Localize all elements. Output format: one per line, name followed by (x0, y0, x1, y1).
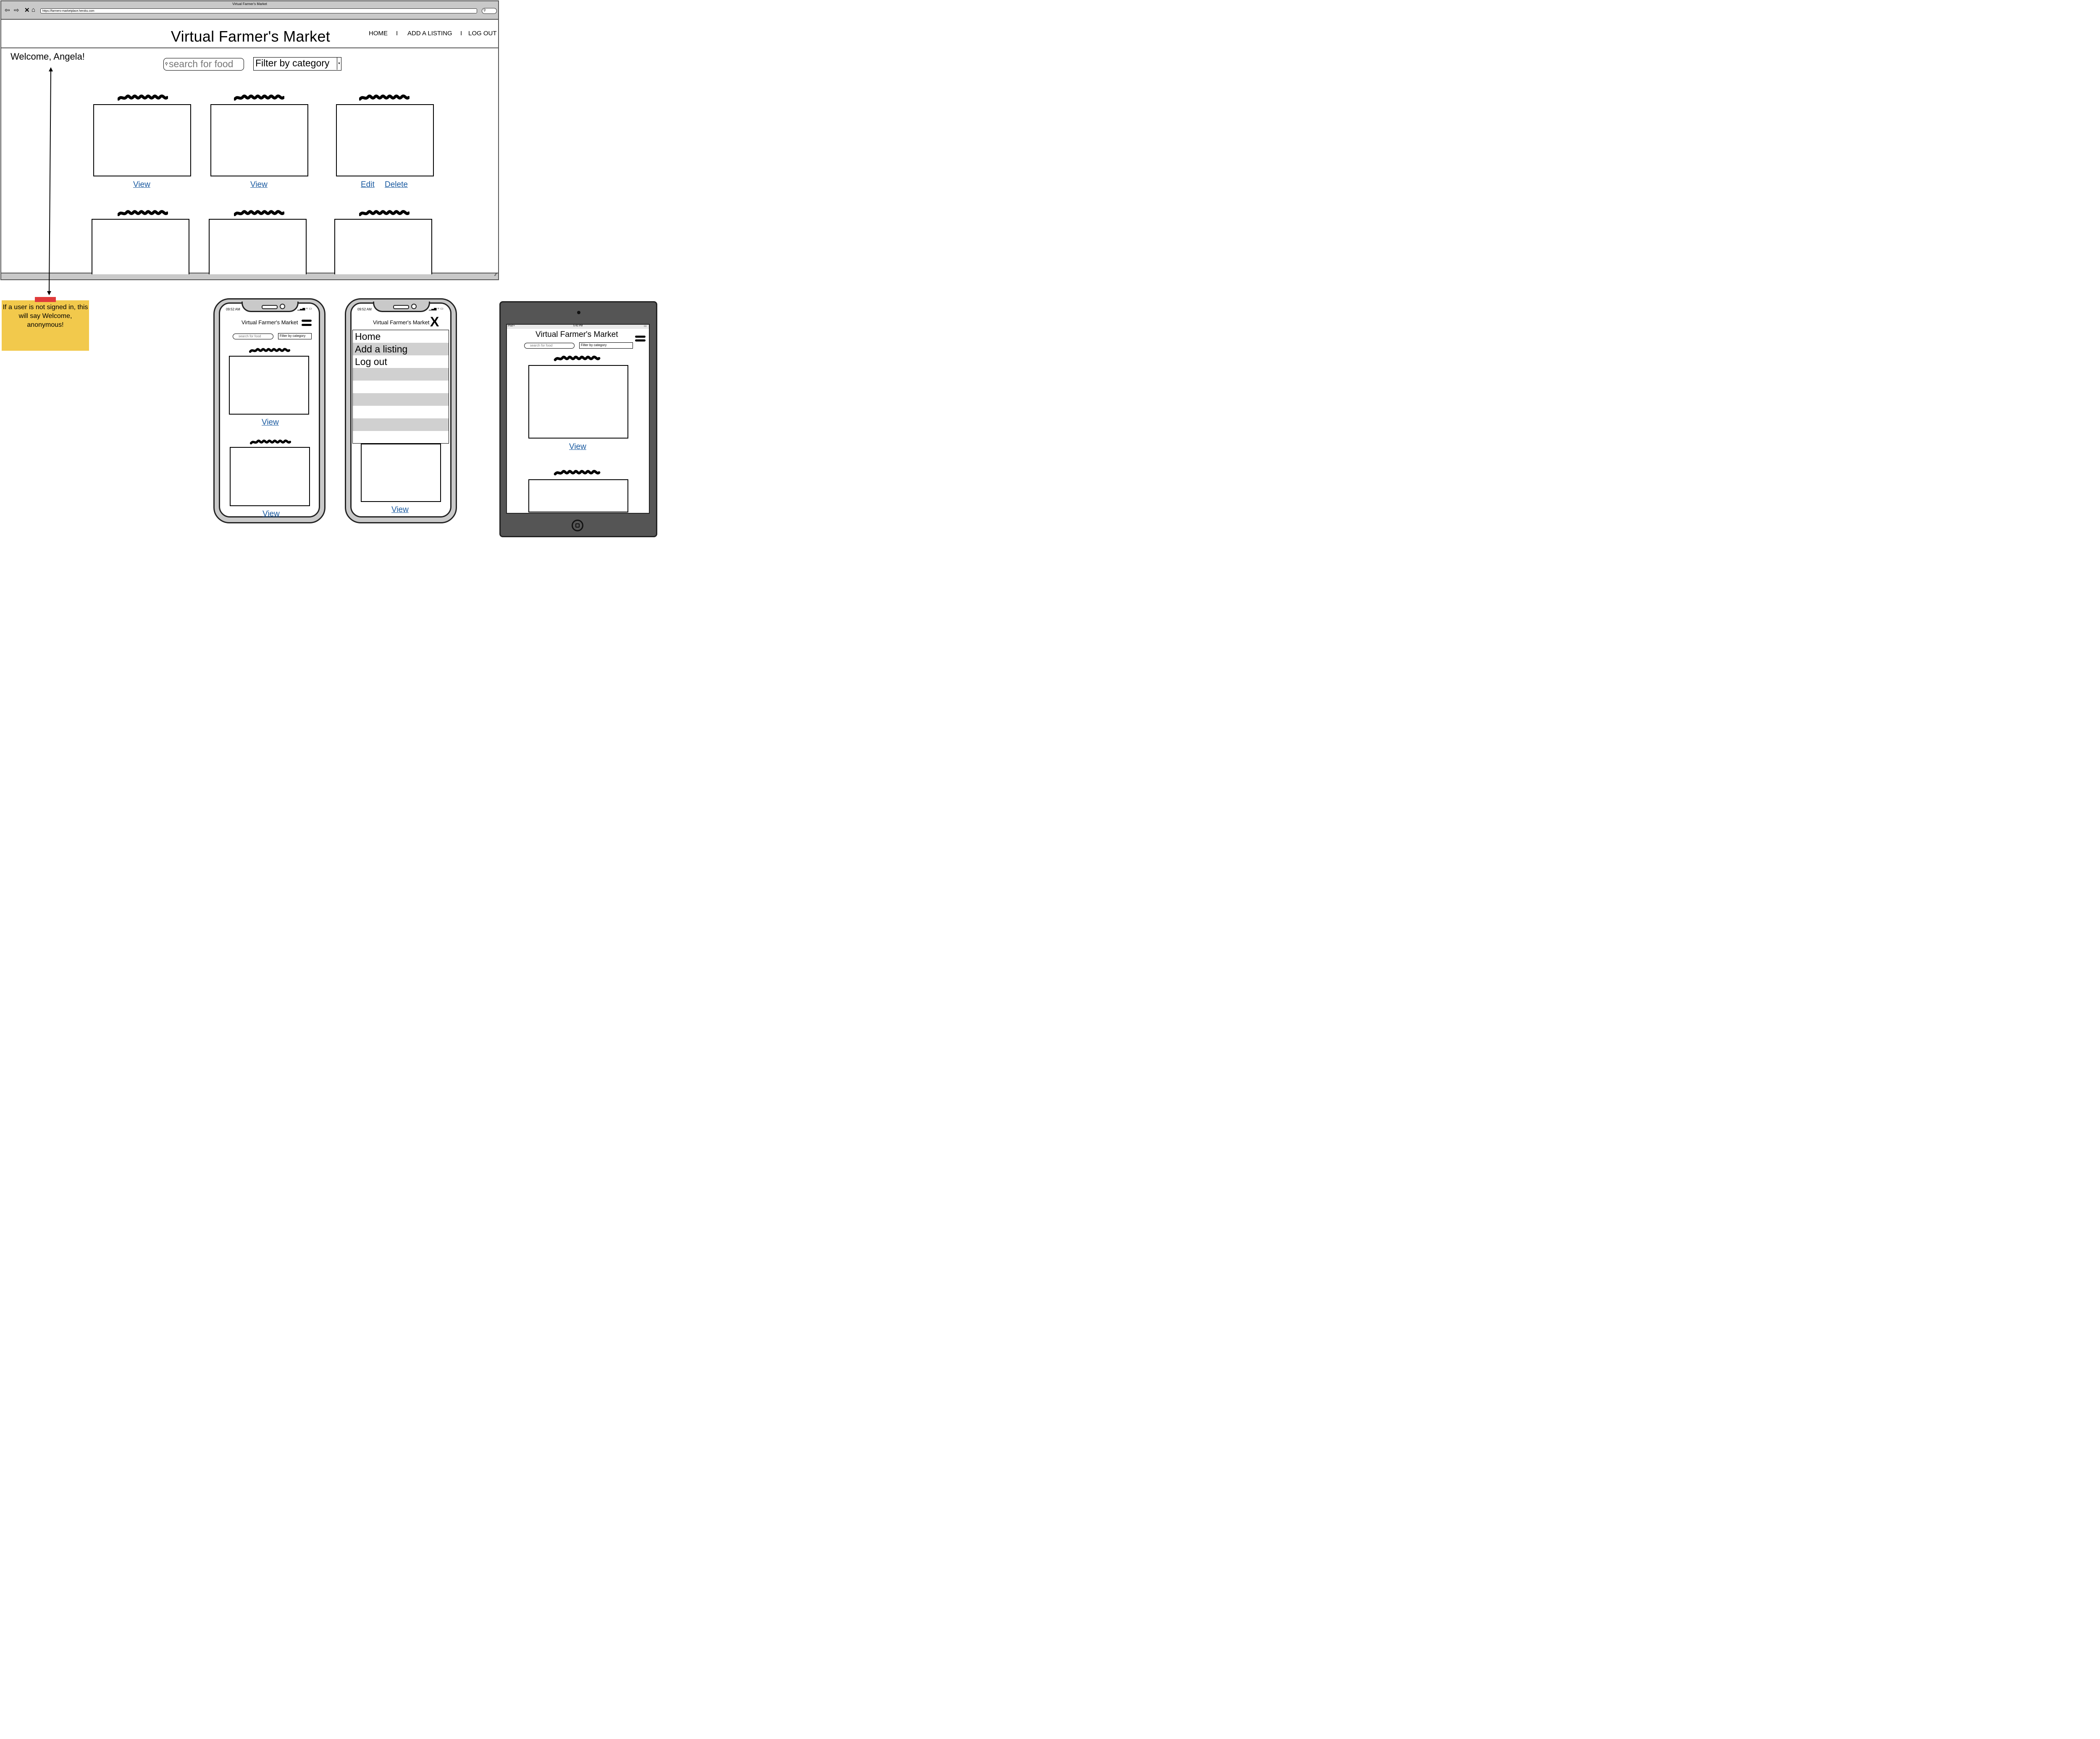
mobile-title: Virtual Farmer's Market (373, 319, 430, 326)
dropdown-arrow-icon[interactable]: ▼ (337, 58, 341, 70)
mobile-menu-panel: Home Add a listing Log out (352, 330, 449, 444)
nav-separator: I (396, 30, 398, 37)
listing-title-scribble (118, 93, 168, 102)
menu-row-empty (353, 368, 449, 381)
tablet-device-label: iPad (508, 325, 513, 327)
site-header: Virtual Farmer's Market HOME I ADD A LIS… (1, 20, 498, 48)
edit-link[interactable]: Edit (361, 180, 375, 189)
listing-title-scribble (552, 469, 602, 476)
hamburger-menu-icon[interactable] (302, 324, 312, 326)
phone-camera (280, 304, 285, 309)
listing-title-scribble (118, 209, 168, 217)
signal-icon: ▁▃▅ ≈ ▭ (429, 307, 444, 310)
annotation-arrow (47, 67, 53, 295)
search-input[interactable]: ⚲ search for food (163, 58, 244, 71)
phone-camera (411, 304, 417, 309)
search-icon: ⚲ (165, 62, 168, 66)
nav-add-listing[interactable]: ADD A LISTING (407, 30, 452, 37)
view-link[interactable]: View (250, 180, 268, 189)
sticky-note: If a user is not signed in, this will sa… (2, 300, 89, 351)
menu-row-empty (353, 418, 449, 431)
listing-image-placeholder (93, 104, 191, 176)
listing-title-scribble (234, 93, 284, 102)
phone-speaker (393, 305, 409, 309)
view-link[interactable]: View (262, 510, 280, 519)
phone-speaker (262, 305, 278, 309)
battery-icon: ▭ (644, 325, 647, 328)
url-bar[interactable]: https://farmers-marketplace.heroku.com (40, 8, 477, 13)
listing-title-scribble (359, 209, 410, 217)
nav-logout[interactable]: LOG OUT (468, 30, 497, 37)
view-link[interactable]: View (133, 180, 150, 189)
menu-item-logout[interactable]: Log out (353, 355, 449, 368)
search-placeholder: search for food (169, 58, 234, 69)
delete-link[interactable]: Delete (385, 180, 408, 189)
close-icon[interactable]: ✕ (24, 6, 30, 14)
listing-title-scribble (234, 209, 284, 217)
tablet-camera (577, 311, 580, 314)
listing-image-placeholder (229, 356, 309, 415)
view-link[interactable]: View (569, 442, 586, 452)
sticky-note-tape (35, 297, 56, 302)
mobile-filter-select[interactable]: Filter by category (278, 333, 312, 339)
listing-image-placeholder (209, 219, 307, 274)
nav-separator: I (460, 30, 462, 37)
listing-title-scribble (359, 93, 410, 102)
tablet-filter-select[interactable]: Filter by category (579, 342, 633, 349)
browser-toolbar: Virtual Farmer's Market ⇦ ⇨ ✕ ⌂ https://… (1, 1, 498, 20)
wifi-icon: ≈ (513, 324, 515, 327)
menu-item-home[interactable]: Home (353, 330, 449, 343)
listing-image-placeholder (92, 219, 189, 274)
forward-arrow-icon[interactable]: ⇨ (14, 6, 19, 14)
hamburger-menu-icon[interactable] (302, 320, 312, 322)
hamburger-menu-icon[interactable] (635, 339, 646, 341)
search-icon: ⚲ (483, 8, 486, 12)
listing-title-scribble (250, 439, 291, 445)
category-filter-select[interactable]: Filter by category ▼ (253, 57, 341, 71)
listing-image-placeholder (336, 104, 434, 176)
tablet-title: Virtual Farmer's Market (536, 330, 618, 339)
menu-row-empty (353, 393, 449, 406)
welcome-message: Welcome, Angela! (10, 51, 85, 62)
home-icon[interactable]: ⌂ (32, 6, 35, 13)
listing-image-placeholder (210, 104, 308, 176)
tablet-search-input[interactable]: search for food (524, 343, 575, 349)
home-button-icon[interactable] (572, 520, 583, 531)
listing-image-placeholder (361, 444, 441, 502)
menu-item-add-listing[interactable]: Add a listing (353, 343, 449, 355)
resize-grip-icon[interactable]: ⁄⁄ (495, 273, 496, 277)
nav-home[interactable]: HOME (369, 30, 388, 37)
listing-title-scribble (552, 355, 602, 362)
listing-image-placeholder (334, 219, 432, 274)
tablet-status-time: 5:42 PM (573, 325, 583, 327)
listing-image-placeholder (230, 447, 310, 506)
browser-search-button[interactable]: ⚲ (482, 8, 497, 14)
view-link[interactable]: View (262, 418, 279, 427)
view-link[interactable]: View (391, 505, 409, 515)
close-menu-icon[interactable]: X (430, 314, 439, 330)
hamburger-menu-icon[interactable] (635, 336, 646, 338)
listing-image-placeholder (528, 365, 628, 439)
mobile-title: Virtual Farmer's Market (242, 319, 298, 326)
signal-icon: ▁▃▅ ≈ ▭ (297, 307, 312, 310)
listing-title-scribble (249, 347, 290, 354)
sticky-note-text: If a user is not signed in, this will sa… (3, 304, 88, 328)
filter-label: Filter by category (255, 58, 330, 68)
back-arrow-icon[interactable]: ⇦ (5, 6, 10, 14)
mobile-search-input[interactable]: search for food (233, 334, 273, 339)
listing-image-placeholder (528, 479, 628, 512)
status-time: 09:52 AM (226, 307, 240, 311)
status-time: 09:52 AM (357, 307, 372, 311)
window-title: Virtual Farmer's Market (232, 2, 267, 6)
